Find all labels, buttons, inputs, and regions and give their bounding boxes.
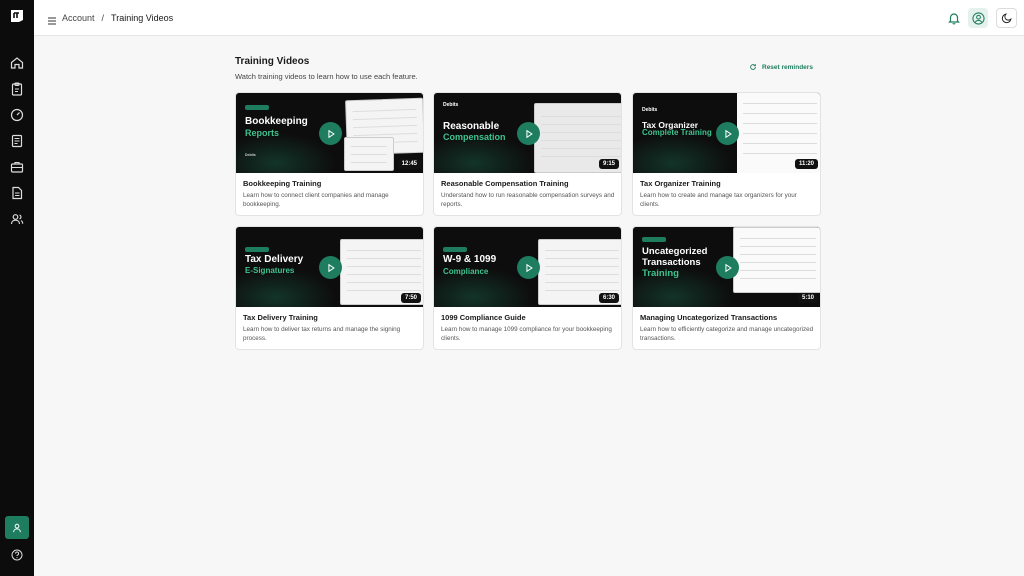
video-duration: 12:45 — [397, 159, 421, 169]
page-title: Training Videos — [235, 56, 310, 67]
video-duration: 11:20 — [794, 159, 818, 169]
sidebar — [0, 0, 34, 576]
video-description: Learn how to efficiently categorize and … — [640, 326, 814, 342]
reset-reminders-label: Reset reminders — [762, 63, 813, 71]
breadcrumb-separator: / — [101, 13, 105, 23]
play-button[interactable] — [517, 256, 540, 279]
video-title[interactable]: Managing Uncategorized Transactions — [640, 313, 777, 322]
account-button[interactable] — [968, 8, 988, 28]
breadcrumb: Account / Training Videos — [62, 13, 173, 23]
video-thumbnail[interactable]: Tax Delivery E-Signatures 7:50 — [236, 227, 423, 307]
page-subtitle: Watch training videos to learn how to us… — [235, 72, 418, 81]
bell-icon[interactable] — [947, 11, 961, 25]
play-button[interactable] — [319, 256, 342, 279]
video-duration: 6:30 — [598, 293, 619, 303]
video-description: Learn how to deliver tax returns and man… — [243, 326, 401, 342]
play-button[interactable] — [716, 256, 739, 279]
play-icon — [525, 129, 533, 138]
video-thumbnail[interactable]: Bookkeeping Reports Debits 12:45 — [236, 93, 423, 173]
gauge-icon[interactable] — [9, 107, 25, 123]
video-card[interactable]: Debits Tax Organizer Complete Training 1… — [632, 92, 821, 216]
thumb-subtitle: Training — [642, 268, 679, 279]
video-title[interactable]: 1099 Compliance Guide — [441, 313, 526, 322]
thumb-brand: Debits — [443, 102, 459, 108]
users-icon[interactable] — [9, 211, 25, 227]
refresh-icon — [750, 64, 756, 70]
video-title[interactable]: Bookkeeping Training — [243, 179, 321, 188]
video-title[interactable]: Tax Organizer Training — [640, 179, 721, 188]
video-duration: 5:10 — [797, 293, 818, 303]
video-card[interactable]: Uncategorized Transactions Training 5:10… — [632, 226, 821, 350]
video-description: Understand how to run reasonable compens… — [441, 192, 615, 208]
briefcase-icon[interactable] — [9, 159, 25, 175]
top-header: Account / Training Videos — [34, 0, 1024, 36]
video-description: Learn how to create and manage tax organ… — [640, 192, 797, 208]
video-duration: 7:50 — [400, 293, 421, 303]
thumb-subtitle: Complete Training — [642, 128, 712, 137]
user-circle-icon — [971, 11, 985, 25]
home-icon[interactable] — [9, 55, 25, 71]
thumb-subtitle: Reports — [245, 128, 280, 138]
play-icon — [724, 263, 732, 272]
thumb-subtitle: E-Signatures — [245, 266, 295, 275]
reset-reminders-button[interactable]: Reset reminders — [749, 63, 813, 71]
document-icon[interactable] — [9, 133, 25, 149]
play-icon — [525, 263, 533, 272]
play-icon — [327, 263, 335, 272]
play-icon — [327, 129, 335, 138]
logo-icon[interactable] — [9, 8, 25, 24]
video-duration: 9:15 — [598, 159, 619, 169]
video-thumbnail[interactable]: Uncategorized Transactions Training 5:10 — [633, 227, 820, 307]
thumb-subtitle: Compliance — [443, 267, 489, 276]
play-button[interactable] — [716, 122, 739, 145]
video-title[interactable]: Reasonable Compensation Training — [441, 179, 569, 188]
thumb-title-line2: Transactions — [642, 257, 701, 268]
video-thumbnail[interactable]: Debits Reasonable Compensation 9:15 — [434, 93, 621, 173]
profile-button[interactable] — [5, 516, 29, 539]
video-description: Learn how to manage 1099 compliance for … — [441, 326, 612, 342]
menu-icon[interactable] — [47, 13, 57, 25]
play-icon — [724, 129, 732, 138]
video-thumbnail[interactable]: W-9 & 1099 Compliance 6:30 — [434, 227, 621, 307]
video-card[interactable]: Bookkeeping Reports Debits 12:45 Bookkee… — [235, 92, 424, 216]
clipboard-icon[interactable] — [9, 81, 25, 97]
thumb-title: W-9 & 1099 — [443, 254, 497, 265]
video-description: Learn how to connect client companies an… — [243, 192, 389, 208]
video-card[interactable]: W-9 & 1099 Compliance 6:30 1099 Complian… — [433, 226, 622, 350]
thumb-title: Bookkeeping — [245, 116, 308, 127]
theme-toggle-button[interactable] — [996, 8, 1017, 28]
user-icon — [13, 523, 21, 532]
video-thumbnail[interactable]: Debits Tax Organizer Complete Training 1… — [633, 93, 820, 173]
thumb-title: Uncategorized — [642, 246, 708, 257]
moon-icon — [1001, 13, 1012, 24]
thumb-brand: Debits — [642, 107, 658, 113]
breadcrumb-current: Training Videos — [111, 13, 174, 23]
thumb-brand: Debits — [245, 153, 256, 157]
thumb-subtitle: Compensation — [443, 132, 506, 142]
video-card[interactable]: Debits Reasonable Compensation 9:15 Reas… — [433, 92, 622, 216]
file-text-icon[interactable] — [9, 185, 25, 201]
video-card[interactable]: Tax Delivery E-Signatures 7:50 Tax Deliv… — [235, 226, 424, 350]
breadcrumb-account[interactable]: Account — [62, 13, 95, 23]
thumb-title: Reasonable — [443, 121, 500, 132]
play-button[interactable] — [319, 122, 342, 145]
video-title[interactable]: Tax Delivery Training — [243, 313, 318, 322]
play-button[interactable] — [517, 122, 540, 145]
thumb-title: Tax Delivery — [245, 254, 304, 265]
help-icon[interactable] — [11, 548, 23, 561]
